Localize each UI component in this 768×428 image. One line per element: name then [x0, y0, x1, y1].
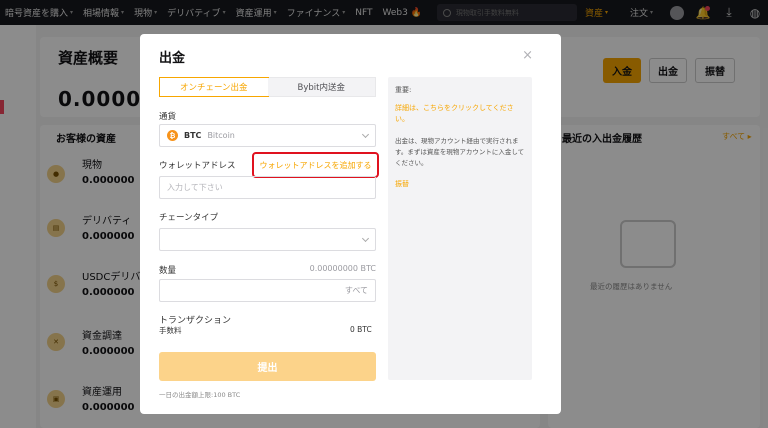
modal-title: 出金	[159, 51, 186, 66]
withdraw-tabs: オンチェーン出金 Bybit内送金	[159, 77, 376, 97]
currency-select[interactable]: ₿ BTC Bitcoin	[159, 124, 376, 147]
fee-label: 手数料	[159, 326, 182, 335]
currency-symbol: BTC	[184, 131, 202, 140]
currency-label: 通貨	[159, 112, 177, 122]
chevron-down-icon	[361, 234, 370, 242]
notice-details-link[interactable]: 詳細は、こちらをクリックしてください。	[395, 103, 525, 125]
tab-onchain-withdraw[interactable]: オンチェーン出金	[159, 77, 269, 97]
bitcoin-icon: ₿	[167, 130, 178, 141]
notice-transfer-link[interactable]: 振替	[395, 179, 525, 189]
notice-title: 重要:	[395, 86, 412, 94]
submit-button[interactable]: 提出	[159, 352, 376, 381]
all-button[interactable]: すべて	[345, 285, 368, 296]
withdraw-modal: 出金 × オンチェーン出金 Bybit内送金 通貨 ₿ BTC Bitcoin …	[140, 34, 561, 414]
close-icon[interactable]: ×	[522, 48, 533, 63]
wallet-address-input[interactable]: 入力して下さい	[159, 176, 376, 199]
important-notice: 重要: 詳細は、こちらをクリックしてください。 出金は、現物アカウント経由で実行…	[388, 77, 532, 380]
quantity-input[interactable]: すべて	[159, 279, 376, 302]
chain-type-select[interactable]	[159, 228, 376, 251]
fee-value: 0 BTC	[350, 325, 372, 334]
chain-type-label: チェーンタイプ	[159, 213, 219, 223]
daily-limit-text: 一日の出金額上限:100 BTC	[159, 391, 241, 399]
tab-internal-transfer[interactable]: Bybit内送金	[267, 78, 375, 96]
quantity-label: 数量	[159, 266, 177, 276]
chevron-down-icon	[361, 130, 370, 138]
add-wallet-address-link[interactable]: ウォレットアドレスを追加する	[252, 152, 379, 178]
available-quantity: 0.00000000 BTC	[309, 264, 376, 273]
currency-name: Bitcoin	[207, 131, 235, 140]
notice-body: 出金は、現物アカウント経由で実行されます。まずは資産を現物アカウントに入金してく…	[395, 137, 525, 167]
wallet-address-label: ウォレットアドレス	[159, 161, 236, 171]
